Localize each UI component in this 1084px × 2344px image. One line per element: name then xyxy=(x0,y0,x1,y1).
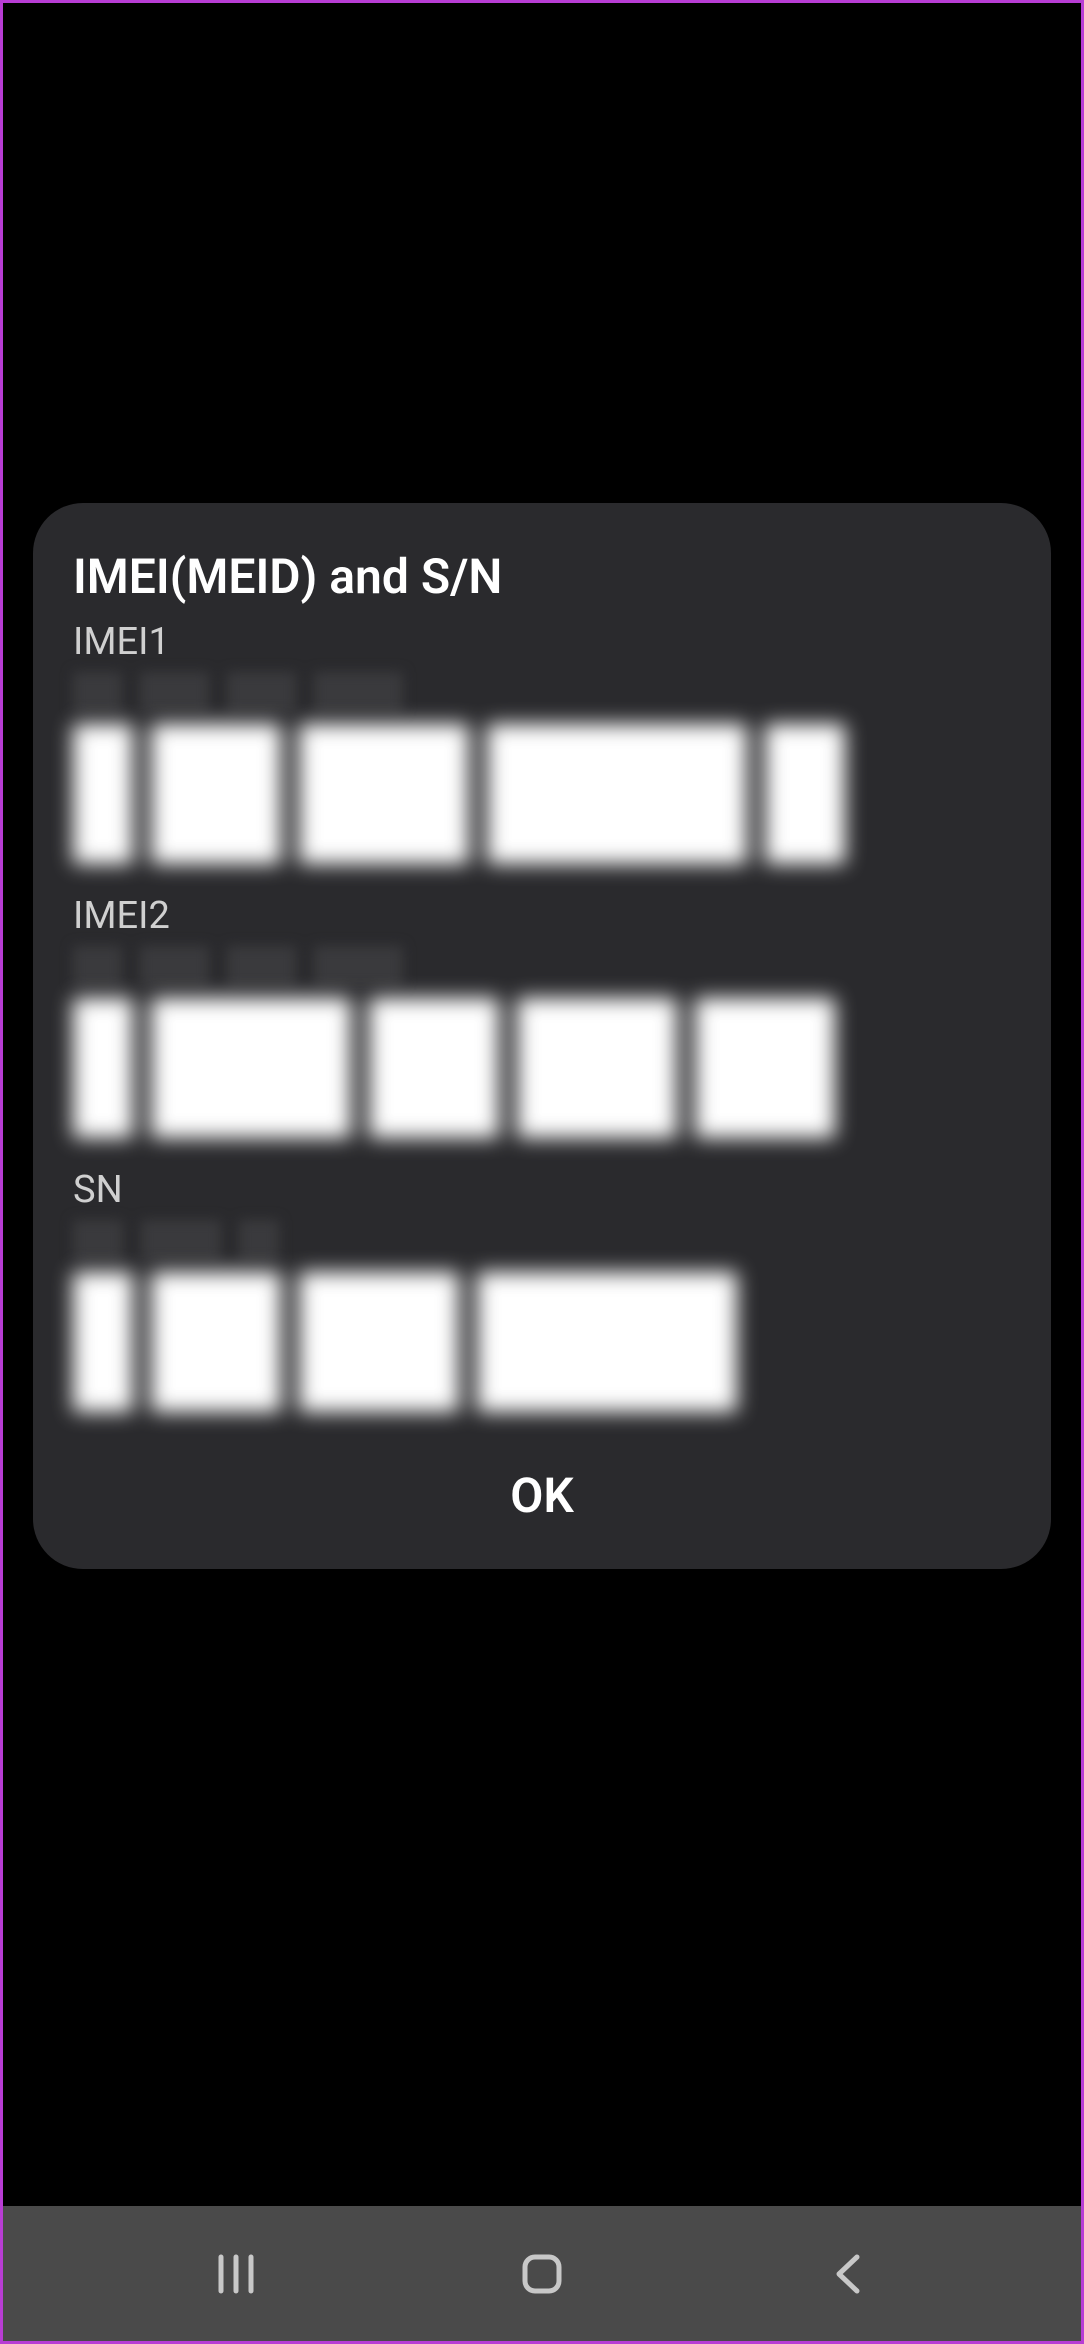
sn-value-redacted xyxy=(73,1220,283,1260)
recents-button[interactable] xyxy=(206,2244,266,2304)
back-button[interactable] xyxy=(818,2244,878,2304)
imei1-value-redacted xyxy=(73,672,403,712)
imei1-barcode-redacted xyxy=(73,724,1011,864)
sn-barcode-redacted xyxy=(73,1272,1011,1412)
imei2-label: IMEI2 xyxy=(73,894,1011,938)
dialog-title: IMEI(MEID) and S/N xyxy=(73,548,1011,605)
imei1-label: IMEI1 xyxy=(73,620,1011,664)
imei2-barcode-redacted xyxy=(73,998,1011,1138)
imei-dialog: IMEI(MEID) and S/N IMEI1 IMEI2 SN xyxy=(33,503,1051,1569)
ok-button[interactable]: OK xyxy=(73,1442,1011,1539)
sn-label: SN xyxy=(73,1168,1011,1212)
imei2-value-redacted xyxy=(73,946,403,986)
home-button[interactable] xyxy=(512,2244,572,2304)
navigation-bar xyxy=(3,2206,1081,2341)
